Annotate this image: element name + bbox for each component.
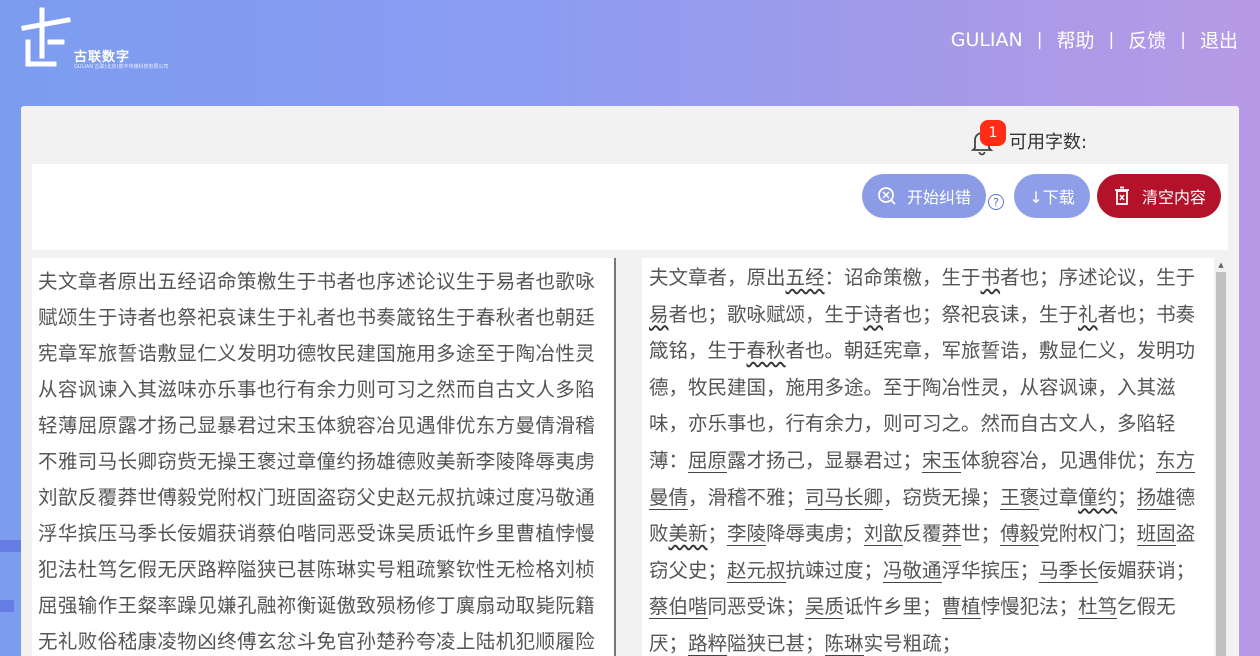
entity-name-mark[interactable]: 宋玉 <box>922 448 962 473</box>
result-segment: 降辱夷虏； <box>766 522 864 546</box>
scrollbar-thumb[interactable] <box>1216 272 1226 656</box>
nav-separator: | <box>1180 29 1186 50</box>
result-segment: 者也；祭祀哀诔，生于 <box>883 302 1079 326</box>
book-title-mark[interactable]: 易 <box>649 303 669 326</box>
clear-content-button[interactable]: 清空内容 <box>1097 174 1221 218</box>
nav-feedback[interactable]: 反馈 <box>1128 26 1166 53</box>
result-segment: 体貌容冶，见遇俳优； <box>961 448 1157 472</box>
input-textarea[interactable]: 夫文章者原出五经诏命策檄生于书者也序述论议生于易者也歌咏赋颂生于诗者也祭祀哀诔生… <box>32 258 616 656</box>
quota-area: 1 可用字数: <box>967 120 1088 156</box>
logo: 古联数字 GULIAN 古联(北京)数字传媒科技有限公司 <box>20 6 168 72</box>
entity-name-mark[interactable]: 屈原 <box>688 448 728 473</box>
result-scrollbar[interactable]: ▲ <box>1214 258 1228 656</box>
entity-name-mark[interactable]: 扬雄 <box>1136 485 1176 510</box>
header: 古联数字 GULIAN 古联(北京)数字传媒科技有限公司 GULIAN | 帮助… <box>0 0 1260 106</box>
logo-subtitle: GULIAN 古联(北京)数字传媒科技有限公司 <box>74 64 169 70</box>
available-chars-label: 可用字数: <box>1009 132 1088 153</box>
start-correction-button[interactable]: 开始纠错 <box>862 174 986 218</box>
result-segment: 反覆 <box>902 522 942 546</box>
nav-logout[interactable]: 退出 <box>1200 26 1238 53</box>
entity-name-mark[interactable]: 莽 <box>941 522 962 547</box>
result-segment: 浮华摈压； <box>941 558 1040 582</box>
book-title-mark[interactable]: 诗 <box>864 303 884 326</box>
download-label: ↓下载 <box>1029 188 1075 207</box>
book-title-mark[interactable]: 春秋 <box>747 339 786 362</box>
result-segment: 露才扬己，显暴君过； <box>727 448 923 472</box>
search-correct-icon <box>878 187 896 205</box>
entity-name-mark[interactable]: 杜笃 <box>1078 595 1118 620</box>
result-segment: 夫文章者，原出 <box>649 266 786 289</box>
download-button[interactable]: ↓下载 <box>1014 174 1090 218</box>
result-segment: 党附权门； <box>1039 522 1137 546</box>
result-segment: 佞媚获诮； <box>1097 558 1196 582</box>
input-text: 夫文章者原出五经诏命策檄生于书者也序述论议生于易者也歌咏赋颂生于诗者也祭祀哀诔生… <box>38 270 596 653</box>
nav-separator: | <box>1036 29 1043 50</box>
clear-content-label: 清空内容 <box>1141 188 1206 207</box>
notification-bell[interactable]: 1 <box>967 120 1006 156</box>
toolbar: 开始纠错 ? ↓下载 清空内容 <box>32 164 1228 250</box>
result-segment: 者也；序述论议，生于 <box>1000 266 1196 289</box>
entity-name-mark[interactable]: 蔡伯喈 <box>649 595 708 620</box>
entity-name-mark[interactable]: 赵元叔 <box>727 558 786 583</box>
entity-name-mark[interactable]: 曹植 <box>941 595 981 620</box>
entity-name-mark[interactable]: 李陵 <box>727 522 767 547</box>
nav-gulian[interactable]: GULIAN <box>951 29 1023 51</box>
result-segment: 隘狭已甚； <box>727 631 825 655</box>
entity-name-mark[interactable]: 路粹 <box>688 631 728 656</box>
entity-name-mark[interactable]: 马季长 <box>1039 558 1098 583</box>
result-segment: 者也；歌咏赋颂，生于 <box>668 302 864 326</box>
result-segment: 抗竦过度； <box>785 558 884 582</box>
result-segment: ：诏命策檄，生于 <box>824 266 981 289</box>
result-segment: 悖慢犯法； <box>980 595 1079 619</box>
notification-badge: 1 <box>980 120 1006 146</box>
result-segment: 过章 <box>1039 485 1079 509</box>
scroll-up-arrow[interactable]: ▲ <box>1214 258 1228 272</box>
help-icon[interactable]: ? <box>988 194 1004 210</box>
result-segment: ； <box>707 522 728 546</box>
nav-separator: | <box>1108 29 1115 50</box>
result-panel: 夫文章者，原出五经：诏命策檄，生于书者也；序述论议，生于易者也；歌咏赋颂，生于诗… <box>642 258 1228 656</box>
entity-name-mark[interactable]: 刘歆 <box>863 522 903 547</box>
result-segment: ，窃赀无操； <box>883 485 1001 509</box>
entity-name-mark[interactable]: 吴质 <box>805 595 845 620</box>
bg-decoration <box>0 600 14 612</box>
nav-help[interactable]: 帮助 <box>1056 26 1094 53</box>
top-nav: GULIAN | 帮助 | 反馈 | 退出 <box>951 26 1238 53</box>
result-segment: 诋忤乡里； <box>844 595 942 619</box>
result-segment: 同恶受诛； <box>707 595 806 619</box>
result-segment: ，滑稽不雅； <box>688 485 806 509</box>
entity-name-mark[interactable]: 班固 <box>1136 522 1176 547</box>
result-text: 夫文章者，原出五经：诏命策檄，生于书者也；序述论议，生于易者也；歌咏赋颂，生于诗… <box>642 258 1228 656</box>
entity-name-mark[interactable]: 傅毅 <box>1000 522 1040 547</box>
trash-icon <box>1114 186 1129 205</box>
book-title-mark[interactable]: 僮约 <box>1078 486 1117 509</box>
book-title-mark[interactable]: 美新 <box>669 522 708 545</box>
book-title-mark[interactable]: 五经 <box>786 266 825 289</box>
result-segment: 世； <box>961 522 1001 546</box>
result-segment: ； <box>1117 485 1137 509</box>
logo-icon <box>21 7 71 67</box>
entity-name-mark[interactable]: 陈琳 <box>824 631 864 656</box>
start-correction-label: 开始纠错 <box>906 188 971 207</box>
entity-name-mark[interactable]: 司马长卿 <box>805 485 884 510</box>
book-title-mark[interactable]: 书 <box>981 266 1001 289</box>
book-title-mark[interactable]: 礼 <box>1078 303 1098 326</box>
result-segment: 实号粗疏； <box>863 631 962 655</box>
entity-name-mark[interactable]: 冯敬通 <box>883 558 942 583</box>
main-panel: 1 可用字数: 开始纠错 ? ↓下载 清空内容 夫文章者原出五经诏命策檄生于书者… <box>21 106 1239 656</box>
entity-name-mark[interactable]: 王褒 <box>1000 485 1040 510</box>
